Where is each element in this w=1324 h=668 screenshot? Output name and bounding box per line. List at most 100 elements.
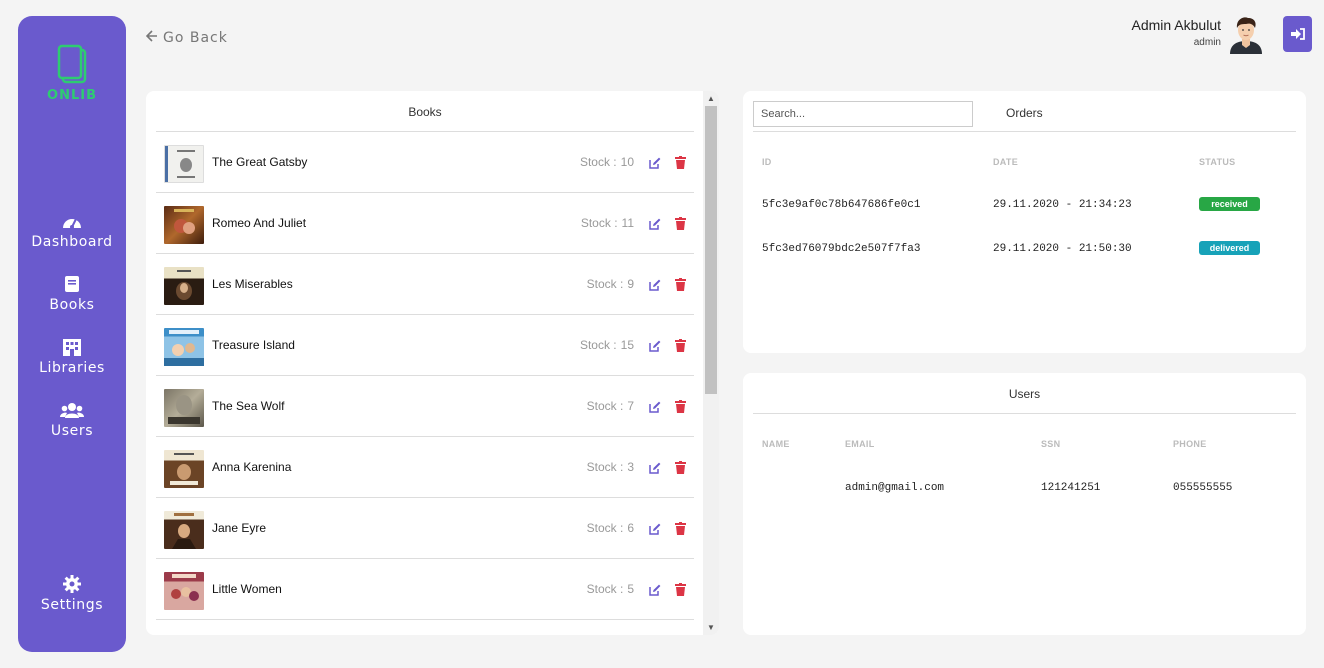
book-row[interactable]: Romeo And Juliet Stock :11 bbox=[156, 193, 694, 254]
book-title: Jane Eyre bbox=[212, 521, 267, 535]
book-row[interactable]: Treasure Island Stock :15 bbox=[156, 315, 694, 376]
book-icon bbox=[65, 276, 79, 292]
book-row[interactable]: Les Miserables Stock :9 bbox=[156, 254, 694, 315]
sidebar: ONLIB Dashboard Books Libraries Users Se… bbox=[18, 16, 126, 652]
logo-text: ONLIB bbox=[47, 88, 97, 103]
book-title: Anna Karenina bbox=[212, 460, 292, 474]
delete-icon[interactable] bbox=[675, 156, 686, 169]
logo-books-icon bbox=[57, 44, 87, 84]
nav-users[interactable]: Users bbox=[18, 401, 126, 439]
book-cover bbox=[164, 267, 204, 305]
building-icon bbox=[63, 339, 81, 356]
books-panel: Books The Great Gatsby Stock :10 Romeo A… bbox=[146, 91, 719, 635]
edit-icon[interactable] bbox=[649, 157, 661, 169]
delete-icon[interactable] bbox=[675, 217, 686, 230]
delete-icon[interactable] bbox=[675, 339, 686, 352]
edit-icon[interactable] bbox=[649, 218, 661, 230]
orders-title: Orders bbox=[1006, 106, 1043, 120]
book-cover bbox=[164, 328, 204, 366]
book-row[interactable]: Jane Eyre Stock :6 bbox=[156, 498, 694, 559]
user-info: Admin Akbulut admin bbox=[1132, 17, 1222, 48]
status-badge: delivered bbox=[1199, 241, 1260, 255]
search-input[interactable] bbox=[753, 101, 973, 127]
delete-icon[interactable] bbox=[675, 461, 686, 474]
book-row[interactable]: The Sea Wolf Stock :7 bbox=[156, 376, 694, 437]
delete-icon[interactable] bbox=[675, 278, 686, 291]
book-title: Romeo And Juliet bbox=[212, 216, 307, 230]
nav-settings[interactable]: Settings bbox=[18, 575, 126, 613]
nav-books[interactable]: Books bbox=[18, 275, 126, 313]
order-date: 29.11.2020 - 21:50:30 bbox=[993, 243, 1132, 255]
scroll-thumb[interactable] bbox=[705, 106, 717, 394]
books-scrollbar[interactable]: ▲ ▼ bbox=[703, 91, 719, 635]
book-cover bbox=[164, 511, 204, 549]
column-header-email: EMAIL bbox=[845, 439, 875, 449]
go-back-label: Go Back bbox=[163, 30, 228, 46]
avatar-image bbox=[1230, 17, 1262, 54]
go-back-link[interactable]: Go Back bbox=[145, 30, 228, 46]
book-title: Les Miserables bbox=[212, 277, 293, 291]
order-date: 29.11.2020 - 21:34:23 bbox=[993, 199, 1132, 211]
user-ssn-cell: 121241251 bbox=[1041, 482, 1101, 494]
edit-icon[interactable] bbox=[649, 340, 661, 352]
book-stock: Stock :11 bbox=[580, 216, 634, 230]
book-stock: Stock :6 bbox=[586, 521, 634, 535]
column-header-ssn: SSN bbox=[1041, 439, 1061, 449]
book-cover bbox=[164, 145, 204, 183]
status-badge: received bbox=[1199, 197, 1260, 211]
orders-panel: Orders ID DATE STATUS 5fc3e9af0c78b64768… bbox=[743, 91, 1306, 353]
gauge-icon bbox=[63, 218, 81, 229]
edit-icon[interactable] bbox=[649, 523, 661, 535]
delete-icon[interactable] bbox=[675, 400, 686, 413]
edit-icon[interactable] bbox=[649, 279, 661, 291]
books-title: Books bbox=[156, 91, 694, 132]
book-cover bbox=[164, 389, 204, 427]
book-cover bbox=[164, 206, 204, 244]
book-stock: Stock :3 bbox=[586, 460, 634, 474]
edit-icon[interactable] bbox=[649, 462, 661, 474]
book-title: Treasure Island bbox=[212, 338, 295, 352]
logout-button[interactable] bbox=[1283, 16, 1312, 52]
user-email-cell: admin@gmail.com bbox=[845, 482, 945, 494]
edit-icon[interactable] bbox=[649, 584, 661, 596]
user-name: Admin Akbulut bbox=[1131, 17, 1222, 33]
order-id: 5fc3e9af0c78b647686fe0c1 bbox=[762, 199, 921, 211]
edit-icon[interactable] bbox=[649, 401, 661, 413]
book-row[interactable]: The Great Gatsby Stock :10 bbox=[156, 132, 694, 193]
nav-users-label: Users bbox=[50, 423, 94, 439]
arrow-left-icon bbox=[145, 30, 158, 46]
users-panel: Users NAME EMAIL SSN PHONE admin@gmail.c… bbox=[743, 373, 1306, 635]
scroll-down-arrow-icon[interactable]: ▼ bbox=[707, 623, 715, 632]
book-stock: Stock :7 bbox=[586, 399, 634, 413]
user-role: admin bbox=[1193, 37, 1221, 48]
column-header-date: DATE bbox=[993, 157, 1019, 167]
book-cover bbox=[164, 450, 204, 488]
divider bbox=[753, 131, 1296, 132]
column-header-name: NAME bbox=[762, 439, 790, 449]
delete-icon[interactable] bbox=[675, 522, 686, 535]
app-logo[interactable]: ONLIB bbox=[18, 42, 126, 103]
user-phone-cell: 055555555 bbox=[1173, 482, 1233, 494]
column-header-status: STATUS bbox=[1199, 157, 1236, 167]
nav-dashboard-label: Dashboard bbox=[31, 234, 113, 250]
book-cover bbox=[164, 572, 204, 610]
book-stock: Stock :5 bbox=[586, 582, 634, 596]
book-stock: Stock :15 bbox=[579, 338, 634, 352]
book-title: The Great Gatsby bbox=[212, 155, 308, 169]
book-row[interactable]: Anna Karenina Stock :3 bbox=[156, 437, 694, 498]
nav-dashboard[interactable]: Dashboard bbox=[18, 212, 126, 250]
nav-books-label: Books bbox=[49, 297, 95, 313]
users-icon bbox=[60, 403, 84, 418]
nav-libraries[interactable]: Libraries bbox=[18, 338, 126, 376]
book-row[interactable]: Little Women Stock :5 bbox=[156, 559, 694, 620]
order-id: 5fc3ed76079bdc2e507f7fa3 bbox=[762, 243, 921, 255]
gear-icon bbox=[63, 575, 81, 593]
avatar[interactable] bbox=[1226, 14, 1266, 54]
scroll-up-arrow-icon[interactable]: ▲ bbox=[707, 94, 715, 103]
book-title: Little Women bbox=[212, 582, 282, 596]
column-header-phone: PHONE bbox=[1173, 439, 1207, 449]
users-title: Users bbox=[753, 373, 1296, 414]
nav-settings-label: Settings bbox=[40, 597, 104, 613]
delete-icon[interactable] bbox=[675, 583, 686, 596]
book-stock: Stock :9 bbox=[586, 277, 634, 291]
